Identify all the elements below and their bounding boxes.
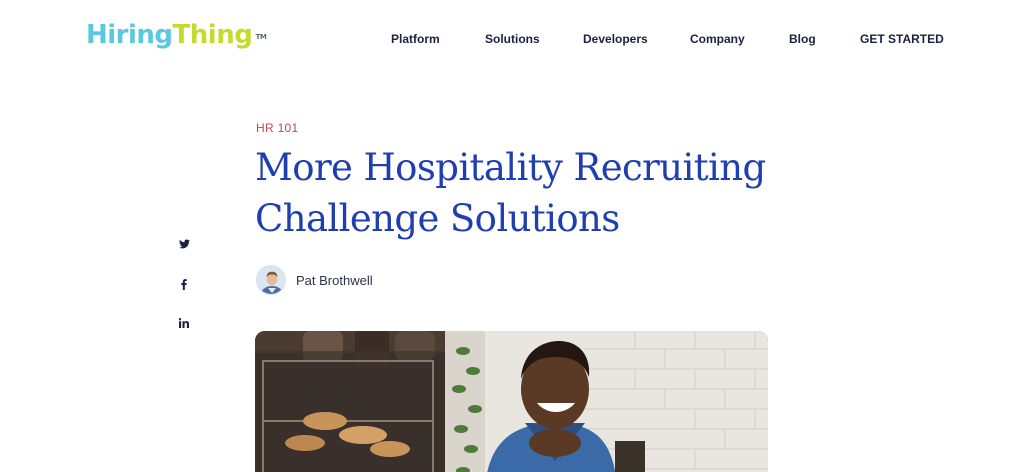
article-hero-image: [255, 331, 768, 472]
share-twitter[interactable]: [176, 236, 192, 252]
nav-get-started[interactable]: GET STARTED: [860, 30, 944, 48]
nav-solutions[interactable]: Solutions: [485, 30, 540, 48]
author-byline: Pat Brothwell: [256, 264, 373, 296]
article-category[interactable]: HR 101: [256, 120, 299, 136]
share-facebook[interactable]: [176, 276, 192, 292]
author-name[interactable]: Pat Brothwell: [296, 273, 373, 288]
article-title: More Hospitality Recruiting Challenge So…: [255, 146, 766, 240]
hiringthing-logo[interactable]: HiringThing TM: [86, 18, 267, 52]
share-linkedin[interactable]: [176, 315, 192, 331]
nav-platform[interactable]: Platform: [391, 30, 440, 48]
twitter-icon: [178, 239, 190, 249]
facebook-icon: [181, 278, 187, 290]
linkedin-icon: [179, 318, 189, 328]
nav-company[interactable]: Company: [690, 30, 745, 48]
nav-developers[interactable]: Developers: [583, 30, 648, 48]
nav-blog[interactable]: Blog: [789, 30, 816, 48]
trademark-mark: TM: [255, 33, 267, 41]
author-avatar: [256, 265, 286, 295]
